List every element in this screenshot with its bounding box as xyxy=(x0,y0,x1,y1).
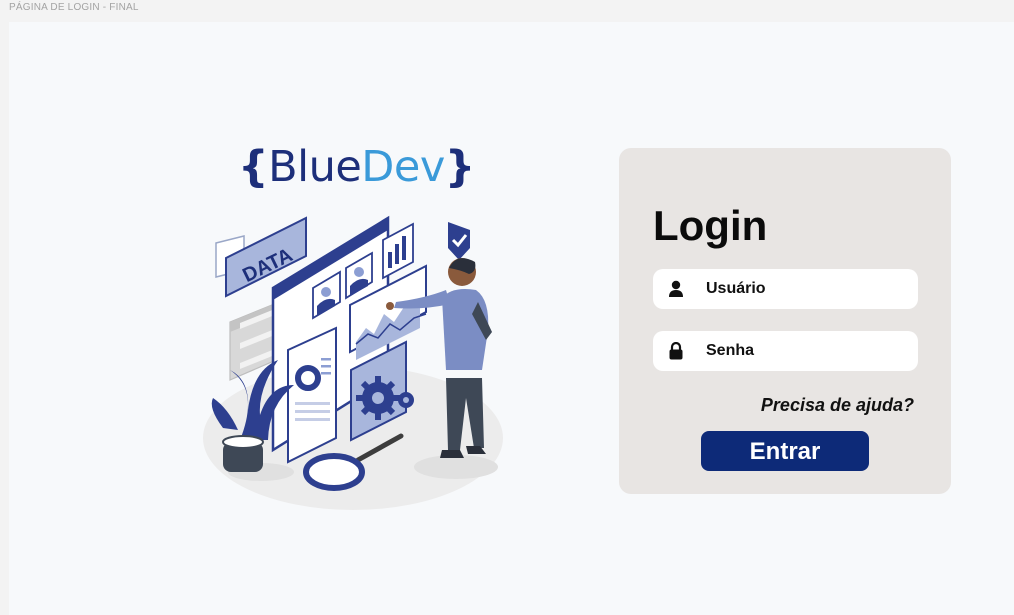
data-analysis-illustration: DATA xyxy=(203,215,503,510)
login-card: Login Usuário Senha Precisa de ajuda? En… xyxy=(619,148,951,494)
login-title: Login xyxy=(653,202,768,249)
submit-button[interactable]: Entrar xyxy=(701,431,869,471)
logo-dev-text: Dev xyxy=(361,142,445,192)
check-badge-icon xyxy=(448,222,470,260)
logo-blue-text: Blue xyxy=(268,142,362,192)
lock-icon xyxy=(669,342,683,360)
logo-open-brace: { xyxy=(238,142,269,192)
password-field[interactable]: Senha xyxy=(653,331,918,371)
password-label: Senha xyxy=(706,342,755,359)
username-field[interactable]: Usuário xyxy=(653,269,918,309)
user-icon xyxy=(669,280,683,297)
logo-close-brace: } xyxy=(444,142,476,192)
username-label: Usuário xyxy=(706,280,766,297)
help-link[interactable]: Precisa de ajuda? xyxy=(761,395,914,416)
bluedev-logo: {BlueDev} xyxy=(238,140,475,194)
frame-title: PÁGINA DE LOGIN - FINAL xyxy=(9,2,139,13)
